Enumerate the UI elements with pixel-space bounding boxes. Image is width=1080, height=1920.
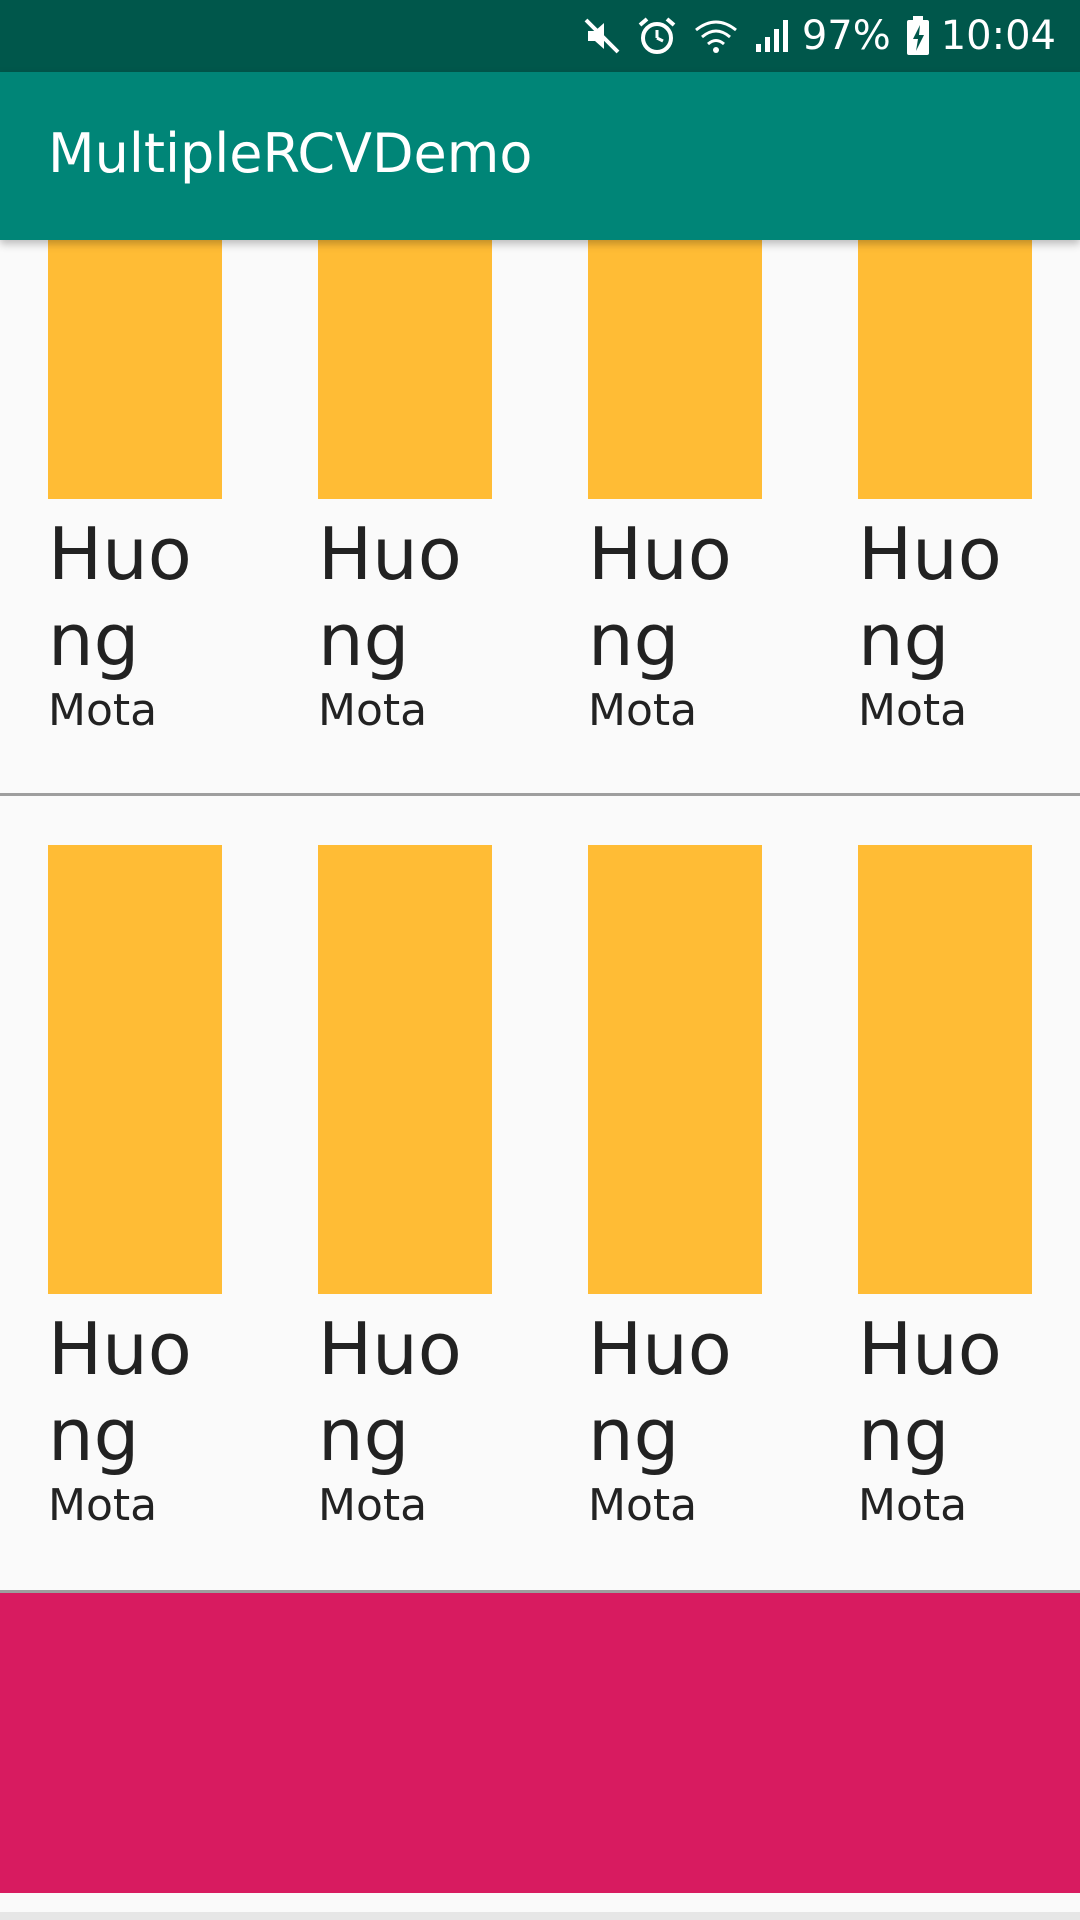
pink-list-item[interactable] xyxy=(0,1593,1080,1893)
grid-item[interactable]: Huong Mota xyxy=(588,845,762,1532)
item-title: Huong xyxy=(588,1307,732,1477)
grid-item[interactable]: Huong Mota xyxy=(858,845,1032,1532)
item-subtitle: Mota xyxy=(858,1480,968,1531)
grid-item[interactable]: Huong Mota xyxy=(318,240,492,737)
battery-percent: 97% xyxy=(801,13,891,59)
app-title: MultipleRCVDemo xyxy=(48,122,533,185)
item-subtitle: Mota xyxy=(318,1480,428,1531)
item-title: Huong xyxy=(318,512,462,682)
grid-row[interactable]: Huong Mota Huong Mota Huong Mota Huong M… xyxy=(0,240,1080,792)
item-title: Huong xyxy=(48,1307,192,1477)
item-image xyxy=(48,240,222,499)
item-image xyxy=(588,240,762,499)
item-image xyxy=(858,240,1032,499)
item-image xyxy=(588,845,762,1294)
grid-item[interactable]: Huong Mota xyxy=(858,240,1032,737)
item-subtitle: Mota xyxy=(588,685,698,736)
item-title: Huong xyxy=(588,512,732,682)
clock: 10:04 xyxy=(940,13,1056,59)
signal-icon xyxy=(754,0,792,72)
item-subtitle: Mota xyxy=(858,685,968,736)
grid-row[interactable]: Huong Mota Huong Mota Huong Mota Huong M… xyxy=(0,797,1080,1592)
item-image xyxy=(858,845,1032,1294)
item-subtitle: Mota xyxy=(318,685,428,736)
row-divider xyxy=(0,1912,1080,1920)
grid-item[interactable]: Huong Mota xyxy=(588,240,762,737)
item-image xyxy=(318,845,492,1294)
item-image xyxy=(48,845,222,1294)
wifi-icon xyxy=(692,0,740,72)
main-content[interactable]: Huong Mota Huong Mota Huong Mota Huong M… xyxy=(0,240,1080,1920)
row-divider xyxy=(0,793,1080,796)
alarm-icon xyxy=(636,0,678,72)
item-subtitle: Mota xyxy=(588,1480,698,1531)
grid-item[interactable]: Huong Mota xyxy=(48,240,222,737)
app-bar: MultipleRCVDemo xyxy=(0,72,1080,240)
item-title: Huong xyxy=(858,512,1002,682)
battery-charging-icon xyxy=(905,0,931,72)
item-image xyxy=(318,240,492,499)
item-title: Huong xyxy=(318,1307,462,1477)
item-title: Huong xyxy=(858,1307,1002,1477)
grid-item[interactable]: Huong Mota xyxy=(48,845,222,1532)
item-title: Huong xyxy=(48,512,192,682)
item-subtitle: Mota xyxy=(48,685,158,736)
item-subtitle: Mota xyxy=(48,1480,158,1531)
status-bar: 97% 10:04 xyxy=(0,0,1080,72)
grid-item[interactable]: Huong Mota xyxy=(318,845,492,1532)
mute-icon xyxy=(582,0,622,72)
